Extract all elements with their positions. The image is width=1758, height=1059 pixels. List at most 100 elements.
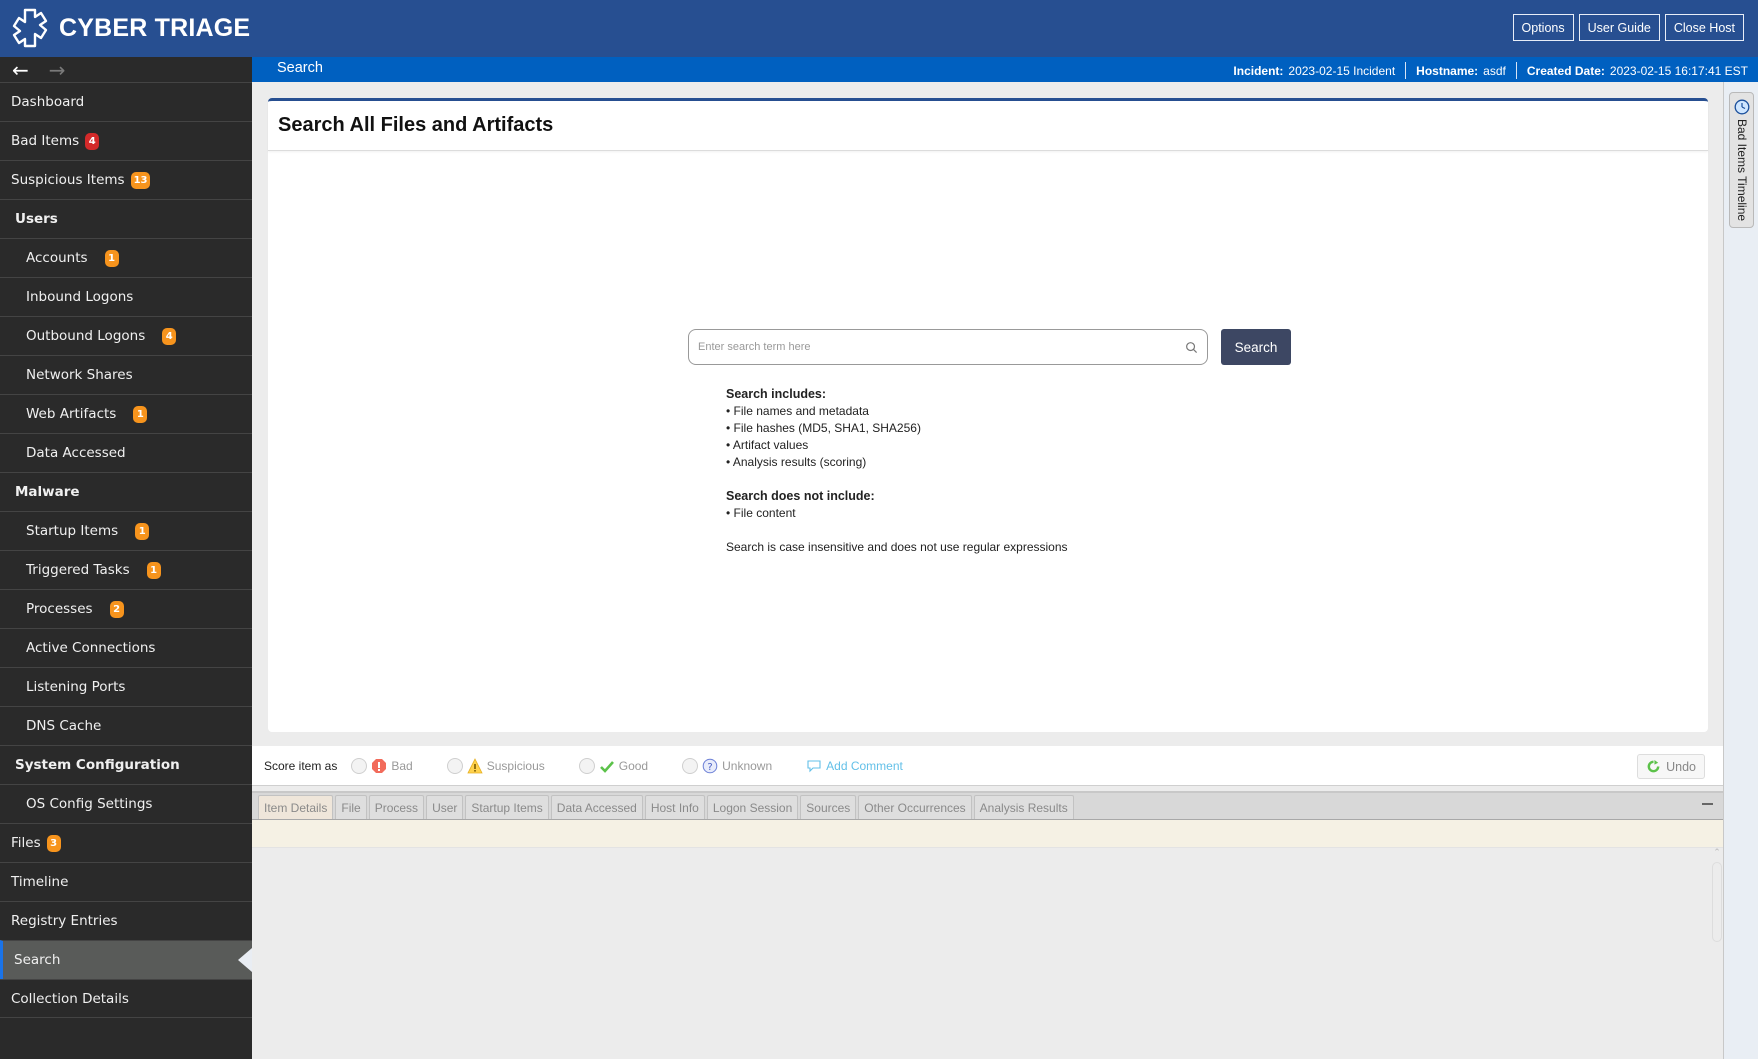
sidebar-item-label: OS Config Settings bbox=[26, 796, 153, 812]
tab-analysis-results[interactable]: Analysis Results bbox=[973, 795, 1074, 819]
sidebar-item-search[interactable]: Search bbox=[0, 940, 252, 979]
sidebar-item-label: Suspicious Items bbox=[11, 172, 125, 188]
scroll-up-icon[interactable]: ⌃ bbox=[1711, 848, 1723, 858]
sidebar-item-network-shares[interactable]: Network Shares bbox=[0, 355, 252, 394]
count-badge: 1 bbox=[133, 405, 148, 423]
tab-logon-session[interactable]: Logon Session bbox=[706, 795, 799, 819]
sidebar-item-label: DNS Cache bbox=[26, 718, 102, 734]
sidebar-item-dns-cache[interactable]: DNS Cache bbox=[0, 706, 252, 745]
search-button[interactable]: Search bbox=[1221, 329, 1291, 365]
sidebar-item-files[interactable]: Files 3 bbox=[0, 823, 252, 862]
sidebar-item-suspicious-items[interactable]: Suspicious Items 13 bbox=[0, 160, 252, 199]
clock-icon bbox=[1734, 99, 1750, 115]
tab-list: Item Details File Process User Startup Items… bbox=[258, 793, 1076, 819]
cyber-triage-logo-icon bbox=[12, 8, 48, 48]
add-comment-link[interactable]: Add Comment bbox=[806, 758, 903, 774]
sidebar-item-triggered-tasks[interactable]: Triggered Tasks 1 bbox=[0, 550, 252, 589]
count-badge: 3 bbox=[46, 834, 61, 852]
sidebar-item-processes[interactable]: Processes 2 bbox=[0, 589, 252, 628]
tab-process[interactable]: Process bbox=[368, 795, 425, 819]
sidebar-item-label: Malware bbox=[15, 484, 80, 500]
detail-scrollbar[interactable]: ⌃ bbox=[1711, 848, 1723, 1059]
search-excludes: Search does not include: File content bbox=[726, 488, 1068, 522]
includes-title: Search includes: bbox=[726, 387, 827, 401]
forward-arrow-icon[interactable]: → bbox=[49, 60, 66, 80]
search-input[interactable] bbox=[698, 341, 1185, 353]
search-note: Search is case insensitive and does not … bbox=[726, 540, 1068, 554]
close-host-button[interactable]: Close Host bbox=[1664, 14, 1744, 41]
hostname-label: Hostname: bbox=[1416, 63, 1479, 78]
exclude-item: File content bbox=[726, 505, 1068, 522]
sidebar-item-label: Processes bbox=[26, 601, 93, 617]
count-badge: 1 bbox=[146, 561, 161, 579]
sidebar-section-system-configuration: System Configuration bbox=[0, 745, 252, 784]
minimize-icon[interactable] bbox=[1702, 803, 1713, 805]
sidebar-item-bad-items[interactable]: Bad Items 4 bbox=[0, 121, 252, 160]
tab-file[interactable]: File bbox=[335, 795, 367, 819]
tab-user[interactable]: User bbox=[426, 795, 464, 819]
sidebar-item-label: Bad Items bbox=[11, 133, 80, 149]
tab-other-occurrences[interactable]: Other Occurrences bbox=[858, 795, 972, 819]
created-date-value: 2023-02-15 16:17:41 EST bbox=[1609, 63, 1748, 78]
detail-panel: ⌃ bbox=[252, 848, 1725, 1059]
tab-startup-items[interactable]: Startup Items bbox=[465, 795, 549, 819]
score-unknown-radio[interactable] bbox=[682, 757, 699, 774]
tab-sources[interactable]: Sources bbox=[800, 795, 857, 819]
user-guide-button[interactable]: User Guide bbox=[1578, 14, 1660, 41]
excludes-title: Search does not include: bbox=[726, 489, 875, 503]
history-navigation: ← → bbox=[0, 57, 252, 82]
sidebar-item-data-accessed[interactable]: Data Accessed bbox=[0, 433, 252, 472]
sidebar-item-label: Network Shares bbox=[26, 367, 133, 383]
top-actions: Options User Guide Close Host bbox=[1512, 14, 1744, 41]
score-unknown-option[interactable]: ? Unknown bbox=[682, 757, 773, 774]
bad-items-timeline-tab[interactable]: Bad Items Timeline bbox=[1729, 92, 1754, 228]
options-button[interactable]: Options bbox=[1512, 14, 1574, 41]
sidebar-item-web-artifacts[interactable]: Web Artifacts 1 bbox=[0, 394, 252, 433]
sidebar-item-listening-ports[interactable]: Listening Ports bbox=[0, 667, 252, 706]
score-bad-option[interactable]: Bad bbox=[351, 757, 413, 774]
count-badge: 1 bbox=[135, 522, 150, 540]
score-good-radio[interactable] bbox=[578, 757, 595, 774]
score-unknown-label: Unknown bbox=[722, 758, 773, 773]
sidebar-item-registry-entries[interactable]: Registry Entries bbox=[0, 901, 252, 940]
question-mark-icon: ? bbox=[702, 758, 718, 774]
count-badge: 4 bbox=[162, 327, 177, 345]
page-title: Search bbox=[277, 60, 323, 76]
checkmark-icon bbox=[599, 758, 615, 774]
tab-host-info[interactable]: Host Info bbox=[644, 795, 705, 819]
undo-label: Undo bbox=[1666, 759, 1696, 774]
created-date-label: Created Date: bbox=[1526, 63, 1605, 78]
sidebar-item-collection-details[interactable]: Collection Details bbox=[0, 979, 252, 1018]
host-metadata: Incident: 2023-02-15 Incident Hostname: as… bbox=[1233, 62, 1748, 79]
context-bar: Search Incident: 2023-02-15 Incident Host… bbox=[252, 57, 1758, 82]
search-row: Search bbox=[688, 329, 1291, 365]
app-logo: CYBER TRIAGE bbox=[9, 7, 250, 49]
score-bad-radio[interactable] bbox=[351, 757, 368, 774]
search-help: Search includes: File names and metadata… bbox=[726, 386, 1068, 556]
sidebar-item-timeline[interactable]: Timeline bbox=[0, 862, 252, 901]
undo-button[interactable]: Undo bbox=[1637, 754, 1705, 779]
count-badge: 4 bbox=[85, 132, 100, 150]
sidebar-item-os-config-settings[interactable]: OS Config Settings bbox=[0, 784, 252, 823]
tab-item-details[interactable]: Item Details bbox=[258, 795, 334, 819]
score-good-option[interactable]: Good bbox=[578, 757, 648, 774]
sidebar-item-label: Collection Details bbox=[11, 990, 129, 1007]
sidebar-item-accounts[interactable]: Accounts 1 bbox=[0, 238, 252, 277]
sidebar-item-label: Search bbox=[14, 952, 61, 968]
sidebar-item-dashboard[interactable]: Dashboard bbox=[0, 82, 252, 121]
sidebar-item-startup-items[interactable]: Startup Items 1 bbox=[0, 511, 252, 550]
score-suspicious-radio[interactable] bbox=[446, 757, 463, 774]
score-suspicious-label: Suspicious bbox=[486, 758, 545, 773]
sidebar-item-inbound-logons[interactable]: Inbound Logons bbox=[0, 277, 252, 316]
sidebar-section-users: Users bbox=[0, 199, 252, 238]
sidebar-item-label: Registry Entries bbox=[11, 913, 118, 929]
score-label: Score item as bbox=[264, 758, 338, 773]
sidebar-item-label: Triggered Tasks bbox=[26, 562, 130, 578]
sidebar-item-outbound-logons[interactable]: Outbound Logons 4 bbox=[0, 316, 252, 355]
sidebar-item-active-connections[interactable]: Active Connections bbox=[0, 628, 252, 667]
scroll-thumb[interactable] bbox=[1712, 862, 1722, 942]
back-arrow-icon[interactable]: ← bbox=[12, 60, 29, 80]
score-suspicious-option[interactable]: Suspicious bbox=[446, 757, 545, 774]
incident-value: 2023-02-15 Incident bbox=[1288, 63, 1396, 78]
tab-data-accessed[interactable]: Data Accessed bbox=[550, 795, 643, 819]
